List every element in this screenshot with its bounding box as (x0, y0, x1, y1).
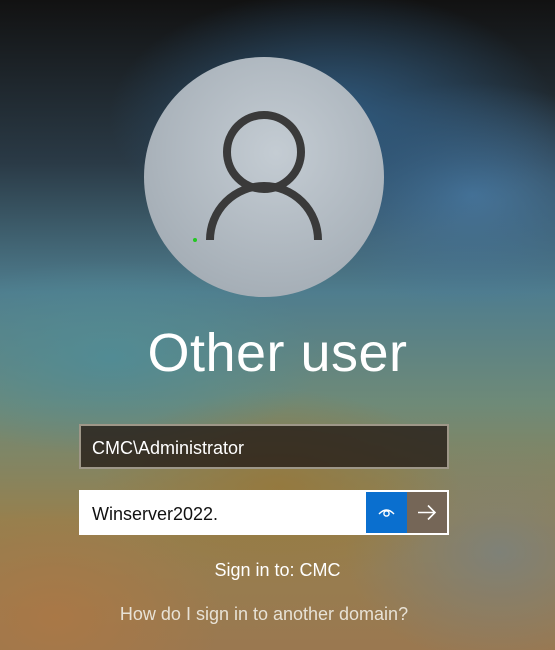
other-domain-link[interactable]: How do I sign in to another domain? (0, 604, 528, 625)
arrow-right-icon (418, 504, 437, 521)
person-icon (193, 111, 322, 242)
sign-in-target: Sign in to: CMC (214, 560, 341, 580)
account-name: Other user (147, 323, 408, 383)
username-field[interactable]: CMC\Administrator (79, 424, 449, 469)
user-avatar (144, 57, 384, 297)
password-value: Winserver2022. (92, 504, 219, 524)
username-value: CMC\Administrator (92, 438, 245, 458)
eye-icon (378, 509, 395, 517)
password-field[interactable]: Winserver2022. (79, 490, 449, 535)
submit-button[interactable] (407, 492, 447, 533)
reveal-password-button[interactable] (366, 492, 407, 533)
